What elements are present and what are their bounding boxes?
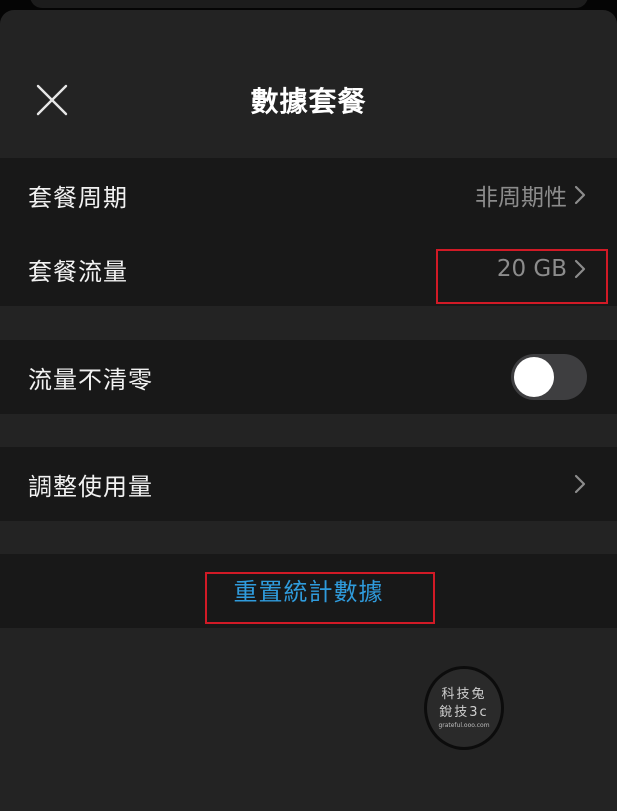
adjust-usage-row[interactable]: 調整使用量 bbox=[0, 447, 617, 521]
watermark-line1: 科技兔 bbox=[441, 687, 487, 702]
plan-data-label: 套餐流量 bbox=[28, 257, 128, 286]
chevron-right-icon bbox=[574, 474, 586, 494]
plan-data-value: 20 GB bbox=[496, 256, 567, 282]
adjust-usage-label: 調整使用量 bbox=[28, 472, 153, 501]
background-card bbox=[30, 0, 588, 8]
sheet-header: 數據套餐 bbox=[0, 10, 617, 158]
plan-settings-group: 套餐周期 非周期性 套餐流量 20 GB bbox=[0, 158, 617, 306]
data-plan-sheet: 數據套餐 套餐周期 非周期性 套餐流量 20 GB 流量不清零 調整使用量 重置… bbox=[0, 10, 617, 811]
watermark-logo: 科技兔 銳技3c grateful.ooo.com bbox=[424, 666, 504, 750]
rollover-group: 流量不清零 bbox=[0, 340, 617, 414]
chevron-right-icon bbox=[574, 185, 586, 205]
reset-group: 重置統計數據 bbox=[0, 554, 617, 628]
plan-cycle-row[interactable]: 套餐周期 非周期性 bbox=[0, 158, 617, 232]
watermark-line2: 銳技3c bbox=[439, 705, 489, 720]
screen: 數據套餐 套餐周期 非周期性 套餐流量 20 GB 流量不清零 調整使用量 重置… bbox=[0, 0, 617, 811]
rollover-row: 流量不清零 bbox=[0, 340, 617, 414]
rollover-toggle[interactable] bbox=[511, 354, 587, 400]
toggle-knob bbox=[514, 357, 554, 397]
reset-row: 重置統計數據 bbox=[0, 554, 617, 628]
page-title: 數據套餐 bbox=[250, 85, 367, 118]
plan-cycle-value: 非周期性 bbox=[475, 185, 567, 211]
rollover-label: 流量不清零 bbox=[28, 365, 153, 394]
plan-cycle-label: 套餐周期 bbox=[28, 183, 128, 212]
reset-statistics-button[interactable]: 重置統計數據 bbox=[234, 572, 384, 607]
chevron-right-icon bbox=[574, 259, 586, 279]
watermark-url: grateful.ooo.com bbox=[438, 722, 490, 729]
adjust-usage-group: 調整使用量 bbox=[0, 447, 617, 521]
plan-data-row[interactable]: 套餐流量 20 GB bbox=[0, 232, 617, 306]
